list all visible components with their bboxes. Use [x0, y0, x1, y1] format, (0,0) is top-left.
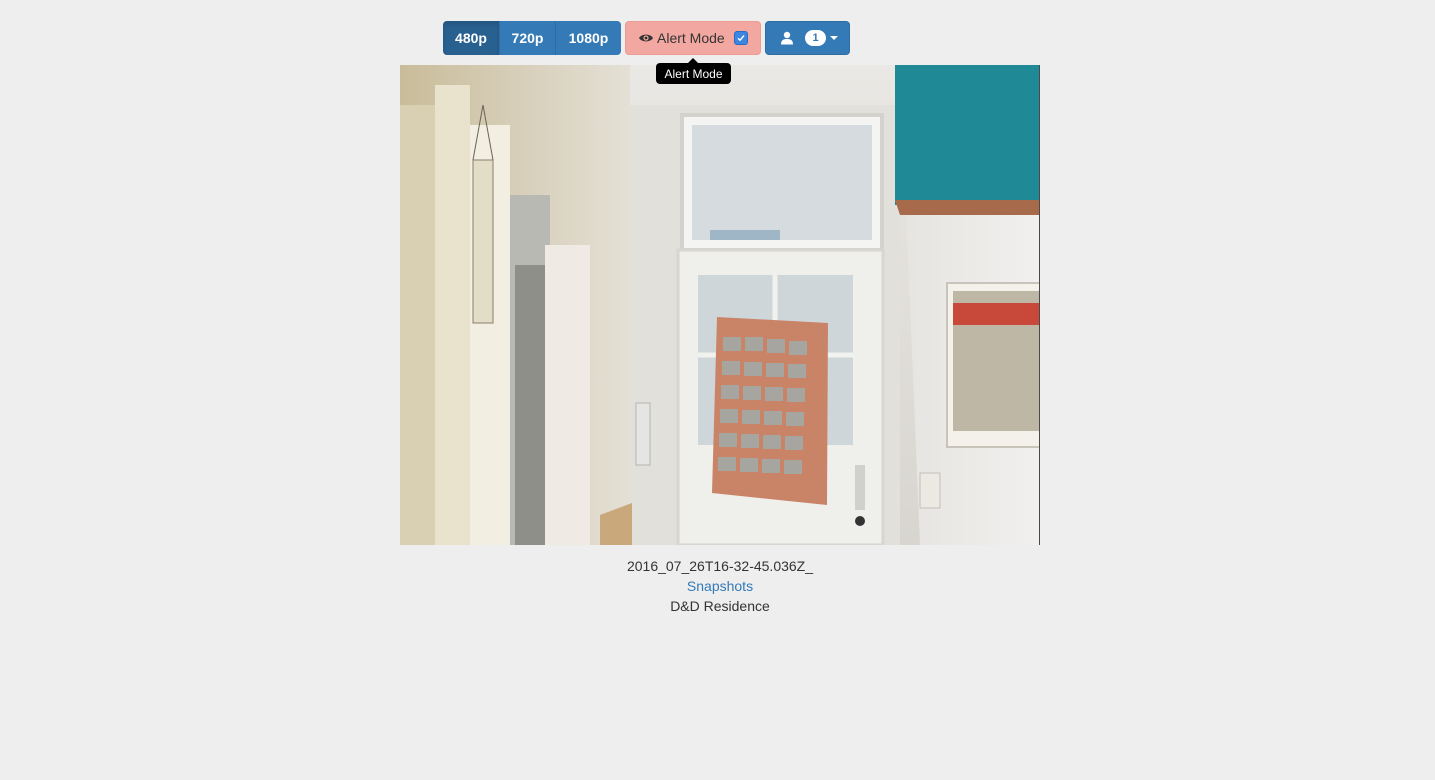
chevron-down-icon — [830, 36, 838, 40]
resolution-720p-button[interactable]: 720p — [500, 21, 556, 55]
resolution-button-group: 480p 720p 1080p — [443, 21, 621, 55]
snapshot-timestamp: 2016_07_26T16-32-45.036Z_ — [626, 558, 814, 574]
resolution-1080p-button[interactable]: 1080p — [556, 21, 621, 55]
user-icon — [780, 31, 794, 45]
alert-mode-toggle[interactable]: Alert Mode — [625, 21, 761, 55]
alert-mode-label: Alert Mode — [657, 30, 725, 46]
tooltip-arrow — [688, 58, 698, 63]
alert-mode-tooltip: Alert Mode — [656, 58, 731, 84]
camera-toolbar: 480p 720p 1080p Alert Mode 1 — [443, 21, 850, 55]
eye-icon — [638, 32, 654, 44]
snapshot-caption: 2016_07_26T16-32-45.036Z_ Snapshots D&D … — [400, 556, 1040, 616]
alert-mode-checkbox[interactable] — [733, 31, 748, 45]
user-menu-dropdown[interactable]: 1 — [765, 21, 850, 55]
location-name: D&D Residence — [670, 598, 770, 614]
camera-snapshot-image — [400, 65, 1040, 545]
resolution-480p-button[interactable]: 480p — [443, 21, 500, 55]
user-count-badge: 1 — [805, 30, 826, 46]
tooltip-text: Alert Mode — [664, 66, 723, 81]
checkmark-icon — [737, 35, 745, 42]
snapshots-link[interactable]: Snapshots — [687, 578, 753, 594]
